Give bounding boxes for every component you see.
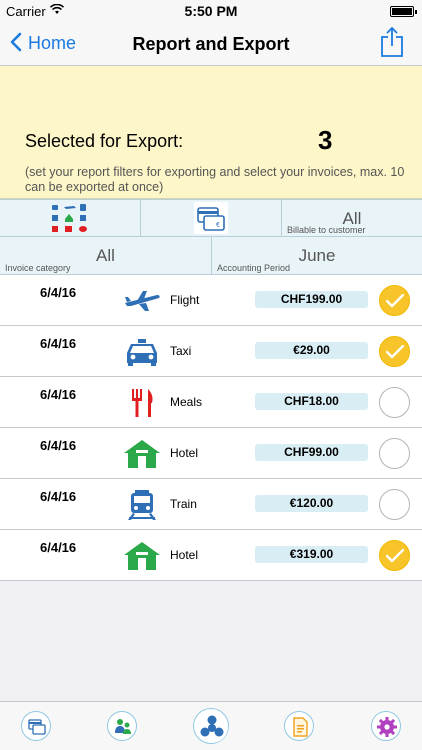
navigation-bar: Home Report and Export <box>0 22 422 66</box>
select-checkbox[interactable] <box>379 387 410 418</box>
export-label: Selected for Export: <box>25 131 184 151</box>
invoice-category: Meals <box>170 395 203 409</box>
credit-card-icon: € <box>194 202 228 234</box>
share-button[interactable] <box>380 26 404 58</box>
billable-filter[interactable]: All Billable to customer <box>282 200 422 236</box>
tab-settings[interactable] <box>371 711 401 741</box>
share-icon <box>381 26 403 57</box>
invoice-category: Taxi <box>170 344 192 358</box>
invoice-amount: €120.00 <box>255 495 368 512</box>
back-button-label: Home <box>28 32 77 53</box>
checkmark-icon <box>386 549 404 563</box>
svg-text:€: € <box>216 222 220 229</box>
document-icon <box>293 717 308 737</box>
filter-row-top: € All Billable to customer <box>0 199 422 237</box>
invoices-icon <box>28 719 46 735</box>
people-icon <box>115 719 131 734</box>
select-checkbox[interactable] <box>379 438 410 469</box>
invoice-amount: €29.00 <box>255 342 368 359</box>
invoice-amount: CHF99.00 <box>255 444 368 461</box>
tab-hub[interactable] <box>193 708 229 744</box>
billable-filter-label: Billable to customer <box>287 225 366 235</box>
hub-icon <box>196 711 228 743</box>
back-button[interactable]: Home <box>10 32 76 54</box>
payment-filter[interactable]: € <box>141 200 281 236</box>
invoice-date: 6/4/16 <box>40 336 77 351</box>
invoice-row[interactable]: 6/4/16 Meals CHF18.00 <box>0 377 422 428</box>
tab-document[interactable] <box>284 711 314 741</box>
invoice-date: 6/4/16 <box>40 285 77 300</box>
invoice-date: 6/4/16 <box>40 489 77 504</box>
invoice-category: Train <box>170 497 197 511</box>
select-checkbox[interactable] <box>379 336 410 367</box>
clock: 5:50 PM <box>184 3 238 19</box>
checkmark-icon <box>386 294 404 308</box>
export-hint: (set your report filters for exporting a… <box>25 165 405 194</box>
accounting-period-label: Accounting Period <box>217 263 291 273</box>
invoice-amount: CHF18.00 <box>255 393 368 410</box>
hotel-icon <box>123 540 161 572</box>
export-summary-panel: Selected for Export: 3 (set your report … <box>0 66 422 199</box>
invoice-category-label: Invoice category <box>5 263 71 273</box>
settings-icon <box>377 717 397 737</box>
select-checkbox[interactable] <box>379 540 410 571</box>
export-count: 3 <box>318 125 333 155</box>
battery-icon <box>390 6 417 17</box>
tab-people[interactable] <box>107 711 137 741</box>
status-bar: Carrier 5:50 PM <box>0 0 422 22</box>
invoice-date: 6/4/16 <box>40 438 77 453</box>
tab-bar <box>0 701 422 750</box>
filter-row-bottom: All Invoice category June Accounting Per… <box>0 237 422 275</box>
invoice-date: 6/4/16 <box>40 540 77 555</box>
category-icons-grid-icon <box>52 204 87 232</box>
invoice-category: Hotel <box>170 548 199 562</box>
invoice-amount: CHF199.00 <box>255 291 368 308</box>
invoice-row[interactable]: 6/4/16 Train €120.00 <box>0 479 422 530</box>
select-checkbox[interactable] <box>379 285 410 316</box>
invoice-row[interactable]: 6/4/16 Hotel CHF99.00 <box>0 428 422 479</box>
fork-knife-icon <box>123 387 161 419</box>
invoice-row[interactable]: 6/4/16 Flight CHF199.00 <box>0 275 422 326</box>
invoice-row[interactable]: 6/4/16 Hotel €319.00 <box>0 530 422 581</box>
invoice-date: 6/4/16 <box>40 387 77 402</box>
invoice-category-filter[interactable]: All Invoice category <box>0 237 211 274</box>
checkmark-icon <box>386 345 404 359</box>
invoice-category: Flight <box>170 293 200 307</box>
select-checkbox[interactable] <box>379 489 410 520</box>
invoice-category: Hotel <box>170 446 199 460</box>
accounting-period-filter[interactable]: June Accounting Period <box>212 237 422 274</box>
invoice-list: 6/4/16 Flight CHF199.00 6/4/16 Taxi €29.… <box>0 275 422 581</box>
invoice-amount: €319.00 <box>255 546 368 563</box>
invoice-row[interactable]: 6/4/16 Taxi €29.00 <box>0 326 422 377</box>
category-icons-filter[interactable] <box>0 200 140 236</box>
airplane-icon <box>123 285 161 317</box>
tab-invoices[interactable] <box>21 711 51 741</box>
taxi-icon <box>123 336 161 368</box>
hotel-icon <box>123 438 161 470</box>
chevron-left-icon <box>10 32 22 54</box>
train-icon <box>123 489 161 521</box>
